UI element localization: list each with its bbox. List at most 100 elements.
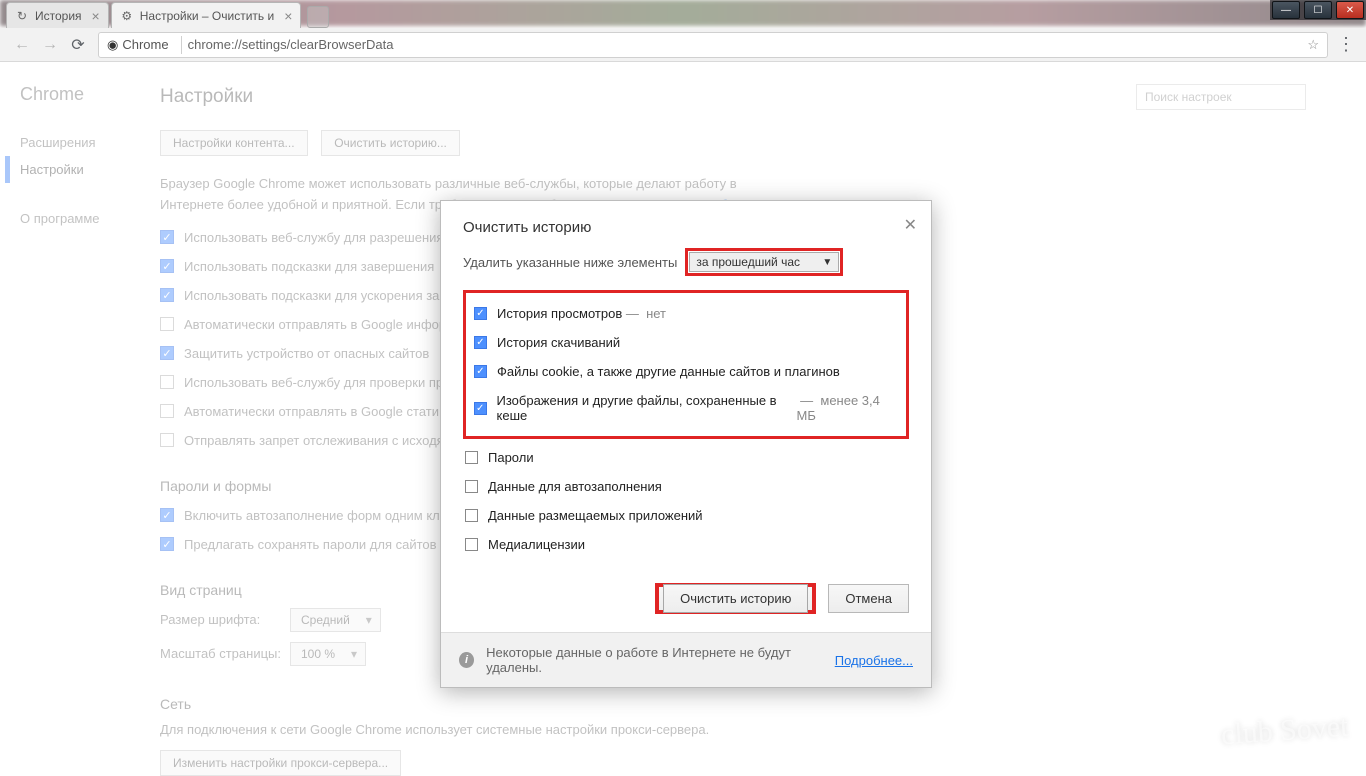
checkbox[interactable]: ✓ — [160, 508, 174, 522]
clear-option-row[interactable]: ✓ История скачиваний — [472, 328, 900, 357]
clear-button[interactable]: Очистить историю — [663, 584, 808, 613]
checkbox[interactable] — [465, 538, 478, 551]
checkbox-label: Использовать подсказки для завершения — [184, 259, 434, 274]
footer-text: Некоторые данные о работе в Интернете не… — [486, 645, 831, 675]
settings-sidebar: Chrome Расширения Настройки О программе — [20, 84, 160, 776]
option-label: Медиалицензии — [488, 537, 585, 552]
tab-settings[interactable]: ⚙ Настройки – Очистить и × — [111, 2, 302, 28]
clear-history-button[interactable]: Очистить историю... — [321, 130, 460, 156]
option-label: Изображения и другие файлы, сохраненные … — [497, 393, 797, 423]
page-zoom-label: Масштаб страницы: — [160, 646, 290, 661]
cancel-button[interactable]: Отмена — [828, 584, 909, 613]
checkbox[interactable]: ✓ — [160, 288, 174, 302]
time-range-highlight: за прошедший час ▼ — [685, 248, 843, 276]
os-maximize-button[interactable]: ☐ — [1304, 1, 1332, 19]
sidebar-item-extensions[interactable]: Расширения — [20, 129, 160, 156]
checkbox-label: Предлагать сохранять пароли для сайтов Н — [184, 537, 450, 552]
clear-button-highlight: Очистить историю — [655, 583, 816, 614]
clear-option-row[interactable]: Пароли — [463, 443, 909, 472]
tab-history[interactable]: ↻ История × — [6, 2, 109, 28]
forward-button[interactable]: → — [38, 33, 62, 57]
font-size-select[interactable]: Средний — [290, 608, 381, 632]
checkbox-label: Автоматически отправлять в Google стати — [184, 404, 439, 419]
dialog-footer: i Некоторые данные о работе в Интернете … — [441, 632, 931, 687]
clear-option-row[interactable]: ✓ Файлы cookie, а также другие данные сай… — [472, 357, 900, 386]
checkbox[interactable]: ✓ — [160, 230, 174, 244]
omnibox[interactable]: ◉ Chrome chrome://settings/clearBrowserD… — [98, 32, 1328, 58]
checkbox[interactable] — [160, 317, 174, 331]
tab-close-icon[interactable]: × — [284, 8, 292, 24]
checkbox[interactable] — [160, 404, 174, 418]
option-label: Данные для автозаполнения — [488, 479, 662, 494]
tab-title: История — [35, 9, 82, 23]
dialog-actions: Очистить историю Отмена — [441, 577, 931, 632]
checkbox[interactable] — [465, 480, 478, 493]
checkbox[interactable] — [160, 375, 174, 389]
checkbox[interactable]: ✓ — [474, 307, 487, 320]
settings-search-input[interactable]: Поиск настроек — [1136, 84, 1306, 110]
tab-close-icon[interactable]: × — [92, 8, 100, 24]
footer-learn-more-link[interactable]: Подробнее... — [835, 653, 913, 668]
bookmark-star-icon[interactable]: ☆ — [1307, 37, 1319, 53]
dialog-close-button[interactable]: ✕ — [904, 215, 917, 235]
url-text: chrome://settings/clearBrowserData — [188, 37, 394, 52]
proxy-settings-button[interactable]: Изменить настройки прокси-сервера... — [160, 750, 401, 776]
new-tab-button[interactable] — [307, 6, 329, 28]
clear-option-row[interactable]: Данные для автозаполнения — [463, 472, 909, 501]
checkbox[interactable]: ✓ — [160, 537, 174, 551]
os-close-button[interactable]: ✕ — [1336, 1, 1364, 19]
checkbox-label: Автоматически отправлять в Google инфор — [184, 317, 446, 332]
checkbox-label: Отправлять запрет отслеживания с исходя — [184, 433, 444, 448]
os-minimize-button[interactable]: — — [1272, 1, 1300, 19]
clear-option-row[interactable]: Медиалицензии — [463, 530, 909, 559]
tab-title: Настройки – Очистить и — [140, 9, 274, 23]
checkbox[interactable]: ✓ — [160, 346, 174, 360]
history-icon: ↻ — [15, 9, 29, 23]
reload-button[interactable]: ⟳ — [66, 33, 90, 57]
back-button[interactable]: ← — [10, 33, 34, 57]
checkbox[interactable] — [160, 433, 174, 447]
address-bar: ← → ⟳ ◉ Chrome chrome://settings/clearBr… — [0, 28, 1366, 62]
clear-option-row[interactable]: Данные размещаемых приложений — [463, 501, 909, 530]
dialog-title: Очистить историю — [463, 219, 591, 236]
option-label: История просмотров — [497, 306, 622, 321]
option-label: Файлы cookie, а также другие данные сайт… — [497, 364, 840, 379]
menu-button[interactable]: ⋮ — [1334, 34, 1358, 55]
os-window-controls: — ☐ ✕ — [1270, 0, 1366, 20]
checkbox[interactable]: ✓ — [474, 365, 487, 378]
checkbox[interactable]: ✓ — [474, 336, 487, 349]
separator — [181, 36, 182, 54]
dialog-header: Очистить историю ✕ — [441, 201, 931, 248]
time-range-select[interactable]: за прошедший час ▼ — [689, 252, 839, 272]
page-zoom-select[interactable]: 100 % — [290, 642, 366, 666]
checkbox[interactable] — [465, 451, 478, 464]
gear-icon: ⚙ — [120, 9, 134, 23]
content-settings-button[interactable]: Настройки контента... — [160, 130, 308, 156]
chrome-page-icon: ◉ — [107, 37, 118, 53]
option-sub: — нет — [622, 306, 666, 321]
clear-browsing-data-dialog: Очистить историю ✕ Удалить указанные ниж… — [440, 200, 932, 688]
sidebar-item-about[interactable]: О программе — [20, 205, 160, 232]
page-title-text: Настройки — [160, 86, 253, 108]
clear-option-row[interactable]: ✓ Изображения и другие файлы, сохраненные… — [472, 386, 900, 430]
checkbox[interactable] — [465, 509, 478, 522]
checkbox[interactable]: ✓ — [474, 402, 487, 415]
checkbox-label: Защитить устройство от опасных сайтов — [184, 346, 429, 361]
chevron-down-icon: ▼ — [822, 257, 832, 268]
option-label: Пароли — [488, 450, 534, 465]
option-label: История скачиваний — [497, 335, 620, 350]
sidebar-item-settings[interactable]: Настройки — [5, 156, 160, 183]
font-size-label: Размер шрифта: — [160, 612, 290, 627]
sidebar-title: Chrome — [20, 84, 160, 105]
clear-option-row[interactable]: ✓ История просмотров — нет — [472, 299, 900, 328]
page-title: Настройки Поиск настроек — [160, 84, 1306, 110]
checkbox-label: Использовать веб-службу для разрешения — [184, 230, 443, 245]
tab-bar: ↻ История × ⚙ Настройки – Очистить и × — [0, 0, 1366, 28]
section-network: Сеть — [160, 696, 1306, 712]
dialog-prompt: Удалить указанные ниже элементы — [463, 255, 677, 270]
checkbox-label: Использовать подсказки для ускорения за — [184, 288, 439, 303]
options-highlight: ✓ История просмотров — нет ✓ История скачив… — [463, 290, 909, 439]
checkbox[interactable]: ✓ — [160, 259, 174, 273]
info-icon: i — [459, 652, 474, 668]
time-range-value: за прошедший час — [696, 255, 800, 269]
